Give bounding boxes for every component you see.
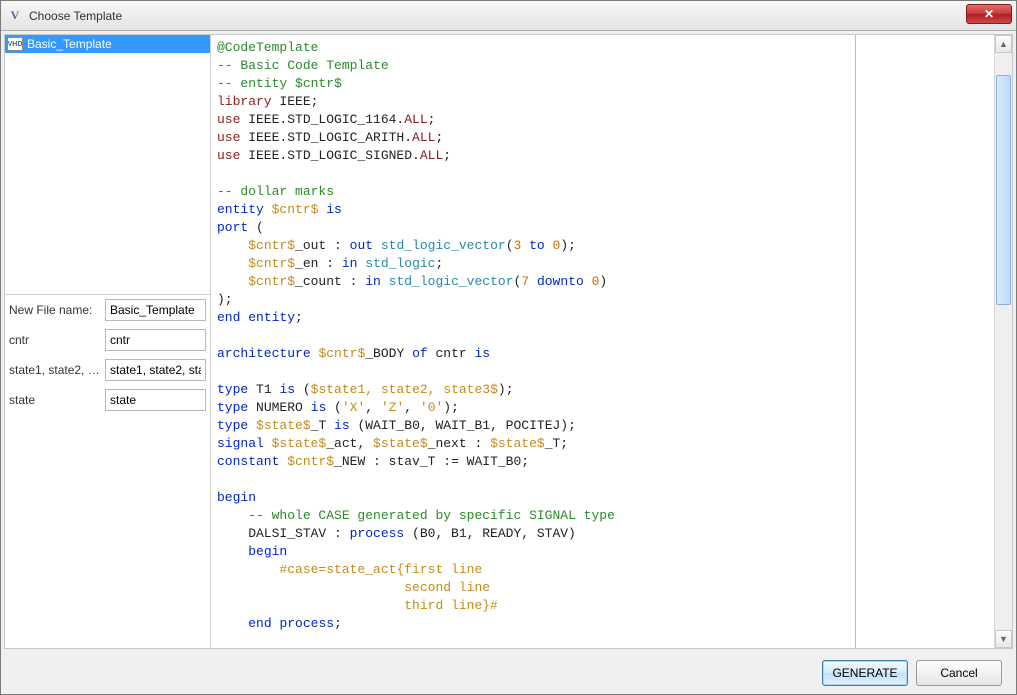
property-row: state <box>5 385 210 415</box>
property-row: New File name: <box>5 295 210 325</box>
states-input[interactable] <box>105 359 206 381</box>
scroll-up-arrow-icon[interactable]: ▲ <box>995 35 1012 53</box>
close-button[interactable]: ✕ <box>966 4 1012 24</box>
vertical-scrollbar[interactable]: ▲ ▼ <box>994 35 1012 648</box>
scroll-down-arrow-icon[interactable]: ▼ <box>995 630 1012 648</box>
cntr-input[interactable] <box>105 329 206 351</box>
generate-button[interactable]: GENERATE <box>822 660 908 686</box>
state-input[interactable] <box>105 389 206 411</box>
window-title: Choose Template <box>29 9 122 23</box>
button-bar: GENERATE Cancel <box>1 652 1016 694</box>
template-list[interactable]: VHD Basic_Template <box>5 35 210 295</box>
titlebar: V Choose Template ✕ <box>1 1 1016 31</box>
file-icon: VHD <box>7 37 23 51</box>
property-row: cntr <box>5 325 210 355</box>
property-grid: New File name: cntr state1, state2, stat… <box>5 295 210 648</box>
property-row: state1, state2, state3 <box>5 355 210 385</box>
scroll-thumb[interactable] <box>996 75 1011 305</box>
property-label: state <box>5 393 105 407</box>
property-label: state1, state2, state3 <box>5 363 105 377</box>
property-label: cntr <box>5 333 105 347</box>
left-column: VHD Basic_Template New File name: cntr s… <box>5 35 211 648</box>
template-item-label: Basic_Template <box>27 37 112 51</box>
scroll-track[interactable] <box>995 53 1012 630</box>
body-area: VHD Basic_Template New File name: cntr s… <box>4 34 1013 649</box>
code-text[interactable]: @CodeTemplate-- Basic Code Template-- en… <box>211 35 994 648</box>
template-item[interactable]: VHD Basic_Template <box>5 35 210 53</box>
dialog-window: V Choose Template ✕ VHD Basic_Template N… <box>0 0 1017 695</box>
close-icon: ✕ <box>984 7 994 21</box>
new-file-name-input[interactable] <box>105 299 206 321</box>
property-label: New File name: <box>5 303 105 317</box>
code-preview-pane: @CodeTemplate-- Basic Code Template-- en… <box>211 35 1012 648</box>
right-margin-guide <box>855 35 856 648</box>
app-icon: V <box>7 8 23 24</box>
cancel-button[interactable]: Cancel <box>916 660 1002 686</box>
